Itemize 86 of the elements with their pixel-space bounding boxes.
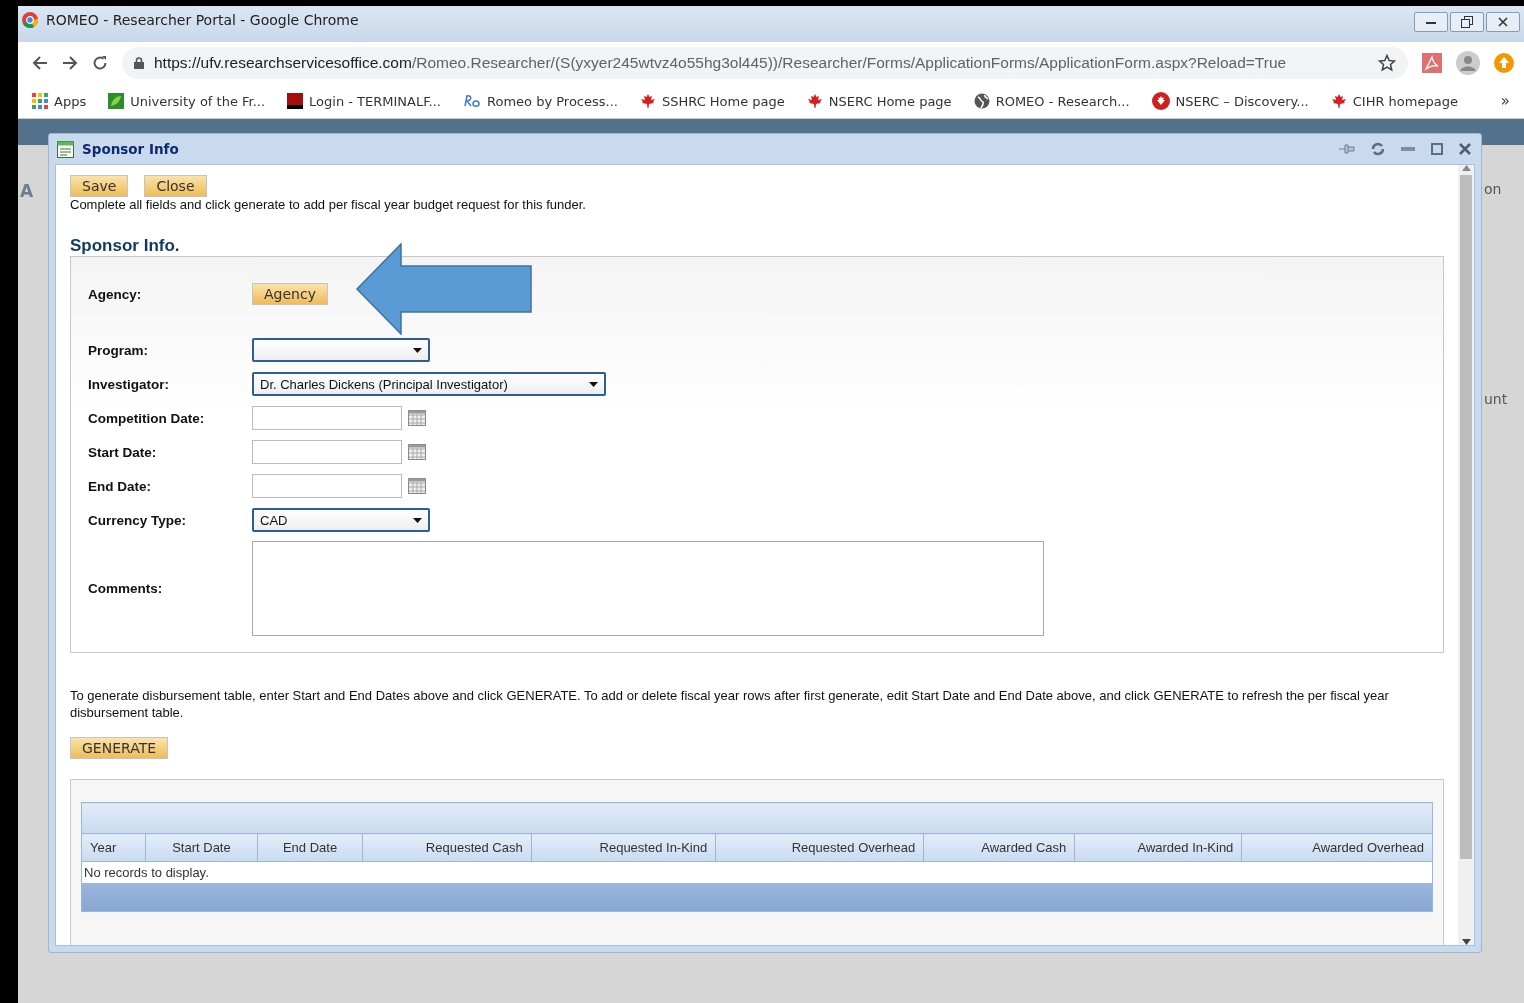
background-text: on bbox=[1484, 181, 1502, 197]
restore-icon bbox=[1461, 16, 1473, 28]
instruction-text: Complete all fields and click generate to add per fiscal year budget request for this funder. bbox=[70, 197, 587, 212]
reload-icon[interactable] bbox=[92, 55, 108, 71]
bookmark-link[interactable]: SSHRC Home page bbox=[639, 93, 785, 109]
background-heading: A bbox=[20, 181, 34, 201]
minimize-button[interactable] bbox=[1414, 12, 1448, 32]
close-icon bbox=[1498, 17, 1508, 27]
column-header[interactable]: Requested In-Kind bbox=[531, 833, 716, 862]
bookmark-link[interactable]: ROMEO - Research... bbox=[973, 93, 1130, 109]
comments-textarea[interactable] bbox=[252, 541, 1044, 636]
maple-leaf-icon bbox=[639, 93, 656, 109]
lock-icon bbox=[134, 57, 144, 69]
bookmark-link[interactable]: NSERC Home page bbox=[806, 93, 952, 109]
dropdown-caret-icon bbox=[413, 347, 422, 353]
dropdown-field[interactable]: Dr. Charles Dickens (Principal Investigator) bbox=[252, 372, 606, 396]
background-column-header: unt bbox=[1484, 391, 1508, 407]
bookmark-link[interactable]: NSERC – Discovery... bbox=[1151, 92, 1309, 110]
field-label: Investigator: bbox=[88, 376, 170, 392]
swirl-logo-icon bbox=[463, 94, 481, 108]
field-label: Program: bbox=[88, 342, 149, 358]
maximize-icon[interactable] bbox=[1431, 143, 1443, 155]
save-button[interactable]: Save bbox=[70, 175, 129, 197]
profile-avatar-icon[interactable] bbox=[1456, 51, 1480, 75]
minimize-icon bbox=[1426, 20, 1436, 24]
globe-icon bbox=[973, 93, 990, 109]
scroll-down-icon[interactable] bbox=[1461, 939, 1471, 945]
field-label: End Date: bbox=[88, 478, 152, 494]
generate-instructions: To generate disbursement table, enter Start and End Dates above and click GENERATE. To add or delete fiscal year rows after first generate, edit Start Date and End Date above, and click GENERATE to refresh the per fiscal year disbursement table. bbox=[70, 687, 1390, 721]
dropdown-caret-icon bbox=[589, 381, 598, 387]
column-header[interactable]: Awarded Overhead bbox=[1241, 833, 1433, 862]
form-icon bbox=[57, 140, 74, 158]
close-icon[interactable] bbox=[1459, 143, 1471, 155]
reload-icon[interactable] bbox=[1371, 142, 1385, 156]
field-label: Start Date: bbox=[88, 444, 158, 460]
agency-button[interactable]: Agency bbox=[252, 283, 328, 305]
more-bookmarks-button[interactable]: » bbox=[1500, 92, 1510, 110]
close-button[interactable]: Close bbox=[144, 175, 207, 197]
update-badge-icon[interactable] bbox=[1494, 53, 1514, 73]
bookmark-link[interactable]: CIHR homepage bbox=[1330, 93, 1458, 109]
terminal-logo-icon bbox=[287, 93, 304, 109]
field-label: Currency Type: bbox=[88, 512, 188, 528]
scrollbar[interactable] bbox=[1458, 165, 1474, 945]
column-header[interactable]: Start Date bbox=[145, 833, 258, 862]
dialog-title: Sponsor Info bbox=[82, 141, 180, 157]
column-header[interactable]: Requested Overhead bbox=[715, 833, 924, 862]
bookmark-link[interactable]: Apps bbox=[32, 93, 87, 109]
bookmark-link[interactable]: Login - TERMINALF... bbox=[287, 93, 441, 109]
column-header[interactable]: Requested Cash bbox=[362, 833, 532, 862]
forward-icon[interactable] bbox=[62, 55, 78, 71]
back-icon[interactable] bbox=[32, 55, 48, 71]
field-label: Comments: bbox=[88, 581, 164, 596]
dropdown-field[interactable]: CAD bbox=[252, 508, 430, 532]
leaf-icon bbox=[108, 93, 125, 109]
address-bar[interactable]: https://ufv.researchservicesoffice.com/Romeo.Researcher/(S(yxyer245wtvz4o55hg3ol445))/Researcher/Forms/ApplicationForms/ApplicationForm.aspx?Reload=True bbox=[122, 47, 1408, 79]
pdf-extension-icon[interactable] bbox=[1422, 53, 1442, 73]
close-button[interactable] bbox=[1486, 12, 1520, 32]
generate-button[interactable]: GENERATE bbox=[70, 737, 169, 759]
apps-grid-icon bbox=[32, 93, 48, 109]
section-title: Sponsor Info. bbox=[70, 236, 181, 256]
column-header[interactable]: End Date bbox=[257, 833, 363, 862]
calendar-icon[interactable] bbox=[408, 410, 426, 426]
field-label: Competition Date: bbox=[88, 410, 206, 426]
date-input-field[interactable] bbox=[252, 440, 402, 464]
column-header[interactable]: Awarded Cash bbox=[923, 833, 1075, 862]
bookmark-link[interactable]: University of the Fr... bbox=[108, 93, 266, 109]
maple-badge-icon bbox=[1151, 92, 1170, 110]
star-icon[interactable] bbox=[1378, 54, 1396, 72]
bookmark-link[interactable]: Romeo by Process... bbox=[463, 93, 618, 109]
dropdown-field[interactable] bbox=[252, 338, 430, 362]
maple-leaf-icon bbox=[1330, 93, 1347, 109]
calendar-icon[interactable] bbox=[408, 444, 426, 460]
date-input-field[interactable] bbox=[252, 406, 402, 430]
column-header[interactable]: Year bbox=[81, 833, 146, 862]
dropdown-caret-icon bbox=[413, 517, 422, 523]
calendar-icon[interactable] bbox=[408, 478, 426, 494]
date-input-field[interactable] bbox=[252, 474, 402, 498]
scroll-up-icon[interactable] bbox=[1461, 165, 1471, 171]
pin-icon[interactable] bbox=[1339, 144, 1355, 154]
field-label: Agency: bbox=[88, 286, 143, 302]
browser-logo-icon bbox=[22, 12, 38, 28]
maple-leaf-icon bbox=[806, 93, 823, 109]
column-header[interactable]: Awarded In-Kind bbox=[1074, 833, 1242, 862]
window-title: ROMEO - Researcher Portal - Google Chrome bbox=[46, 12, 360, 28]
restore-button[interactable] bbox=[1450, 12, 1484, 32]
empty-message: No records to display. bbox=[84, 865, 209, 880]
